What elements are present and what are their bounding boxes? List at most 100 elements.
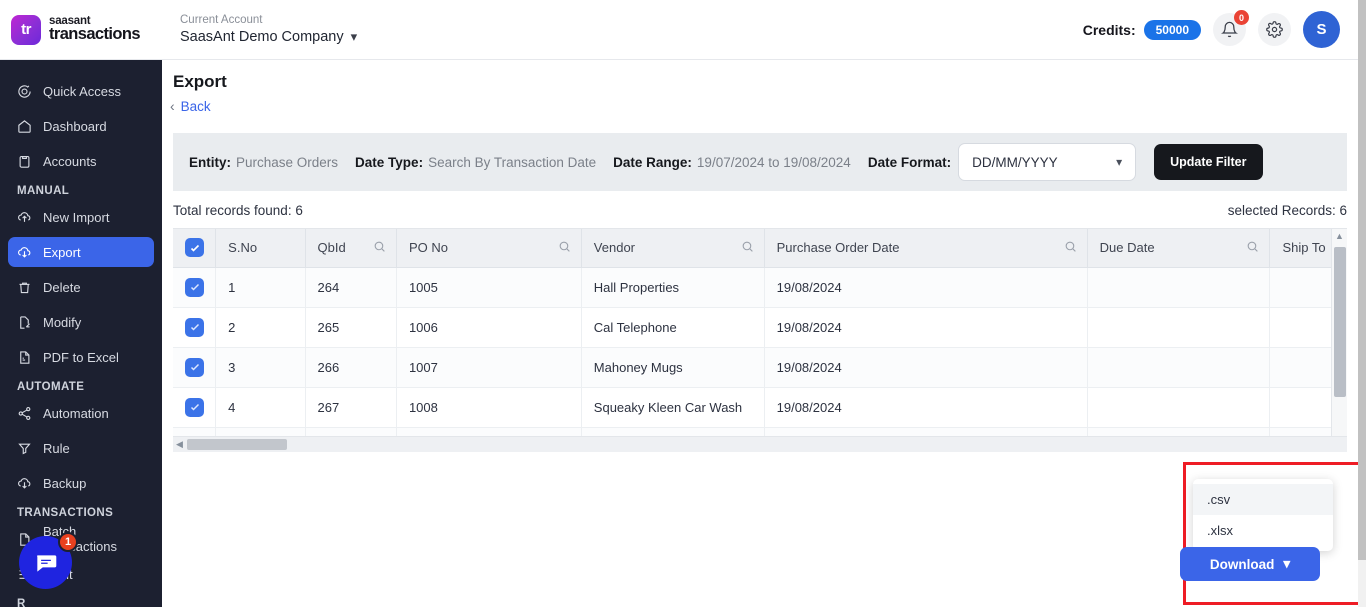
- sidebar-item-rule[interactable]: Rule: [8, 433, 154, 463]
- download-option-csv[interactable]: .csv: [1193, 484, 1333, 515]
- sidebar-item-dashboard[interactable]: Dashboard: [8, 111, 154, 141]
- back-navigation[interactable]: ‹ Back: [162, 92, 1358, 114]
- gear-icon: [1266, 21, 1283, 38]
- sidebar-item-modify[interactable]: Modify: [8, 307, 154, 337]
- select-all-checkbox[interactable]: [185, 238, 204, 258]
- notifications-button[interactable]: 0: [1213, 10, 1249, 46]
- chat-support-button[interactable]: 1: [19, 532, 78, 589]
- column-label: Ship To: [1282, 240, 1326, 256]
- download-format-menu[interactable]: .csv .xlsx: [1193, 479, 1333, 551]
- sidebar-item-export[interactable]: Export: [8, 237, 154, 267]
- trash-icon: [17, 280, 32, 295]
- sidebar-item-label: PDF to Excel: [43, 349, 119, 365]
- row-checkbox[interactable]: [185, 397, 204, 417]
- row-select-cell[interactable]: [173, 347, 217, 388]
- sidebar-item-label: Delete: [43, 279, 81, 295]
- top-header-bar: tr saasant transactions Current Account …: [0, 0, 1358, 60]
- current-account-switcher[interactable]: Current Account SaasAnt Demo Company ▾: [180, 13, 357, 46]
- bell-icon: [1221, 21, 1238, 38]
- download-cloud-icon: [17, 245, 32, 260]
- horizontal-scroll-thumb[interactable]: [187, 439, 287, 450]
- search-icon[interactable]: [1064, 240, 1077, 256]
- records-table-container: S.No QbId PO No Vendor Purchase Order Da…: [173, 228, 1347, 452]
- sidebar-item-new-import[interactable]: New Import: [8, 202, 154, 232]
- table-row[interactable]: 2 265 1006 Cal Telephone 19/08/2024: [173, 307, 1347, 348]
- sidebar-item-label: Backup: [43, 475, 87, 491]
- table-row[interactable]: 1 264 1005 Hall Properties 19/08/2024: [173, 267, 1347, 308]
- column-header-vendor[interactable]: Vendor: [581, 229, 765, 268]
- record-counts: Total records found: 6 selected Records:…: [162, 191, 1358, 218]
- chevron-down-icon[interactable]: ▾: [351, 29, 358, 45]
- browser-scrollbar[interactable]: [1358, 0, 1366, 607]
- column-header-qbid[interactable]: QbId: [305, 229, 397, 268]
- update-filter-button[interactable]: Update Filter: [1154, 144, 1263, 180]
- table-horizontal-scrollbar[interactable]: ◀ ▶: [173, 436, 1347, 452]
- search-icon[interactable]: [558, 240, 571, 256]
- search-icon[interactable]: [373, 240, 386, 256]
- current-account-name: SaasAnt Demo Company: [180, 28, 344, 45]
- sidebar-item-quick-access[interactable]: Quick Access: [8, 76, 154, 106]
- brand-logo[interactable]: tr saasant transactions: [0, 14, 162, 45]
- row-select-cell[interactable]: [173, 387, 217, 428]
- column-label: Purchase Order Date: [776, 240, 900, 256]
- sidebar-item-pdf-to-excel[interactable]: PDF to Excel: [8, 342, 154, 372]
- chevron-down-icon: ▾: [1116, 155, 1123, 169]
- current-account-label: Current Account: [180, 14, 263, 27]
- column-label: Vendor: [593, 240, 635, 256]
- table-row[interactable]: 3 266 1007 Mahoney Mugs 19/08/2024: [173, 347, 1347, 388]
- sidebar-item-delete[interactable]: Delete: [8, 272, 154, 302]
- settings-button[interactable]: [1258, 13, 1291, 46]
- cell-vendor: Cal Telephone: [581, 307, 765, 348]
- header-actions: Credits: 50000 0 S: [1082, 10, 1358, 48]
- check-icon: [190, 323, 199, 331]
- date-format-select[interactable]: DD/MM/YYYY ▾: [958, 143, 1137, 181]
- sidebar-item-label: Dashboard: [43, 118, 107, 134]
- column-header-purchase-order-date[interactable]: Purchase Order Date: [764, 229, 1088, 268]
- table-row[interactable]: 4 267 1008 Squeaky Kleen Car Wash 19/08/…: [173, 387, 1347, 428]
- select-all-header[interactable]: [173, 229, 217, 268]
- credits-label: Credits:: [1082, 21, 1136, 38]
- sidebar-item-backup[interactable]: Backup: [8, 468, 154, 498]
- user-avatar[interactable]: S: [1303, 11, 1340, 48]
- table-vertical-scrollbar[interactable]: ▲ ▼: [1331, 229, 1347, 452]
- row-checkbox[interactable]: [185, 277, 204, 297]
- search-icon[interactable]: [1246, 240, 1259, 256]
- column-header-sno[interactable]: S.No: [215, 229, 306, 268]
- row-select-cell[interactable]: [173, 307, 217, 348]
- cell-po-no: 1008: [396, 387, 582, 428]
- cell-vendor: Mahoney Mugs: [581, 347, 765, 388]
- scroll-left-arrow-icon[interactable]: ◀: [173, 439, 186, 450]
- download-button[interactable]: Download ▾: [1180, 547, 1320, 581]
- column-label: PO No: [408, 240, 448, 256]
- scroll-up-arrow-icon[interactable]: ▲: [1332, 229, 1347, 243]
- sidebar-section-transactions: TRANSACTIONS: [17, 507, 114, 519]
- row-checkbox[interactable]: [185, 357, 204, 377]
- cell-sno: 3: [215, 347, 306, 388]
- app-root: tr saasant transactions Current Account …: [0, 0, 1366, 607]
- entity-value: Purchase Orders: [236, 154, 339, 170]
- home-icon: [17, 119, 32, 134]
- browser-scroll-thumb[interactable]: [1358, 0, 1366, 560]
- chevron-left-icon: ‹: [170, 98, 175, 114]
- vertical-scroll-thumb[interactable]: [1334, 247, 1346, 397]
- sidebar-item-automation[interactable]: Automation: [8, 398, 154, 428]
- row-checkbox[interactable]: [185, 317, 204, 337]
- column-header-po-no[interactable]: PO No: [396, 229, 582, 268]
- sidebar-item-label: Accounts: [43, 153, 97, 169]
- cell-qbid: 265: [305, 307, 397, 348]
- download-option-xlsx[interactable]: .xlsx: [1193, 515, 1333, 546]
- cell-due-date: [1087, 307, 1271, 348]
- row-select-cell[interactable]: [173, 267, 217, 308]
- cell-due-date: [1087, 267, 1271, 308]
- search-icon[interactable]: [741, 240, 754, 256]
- records-table: S.No QbId PO No Vendor Purchase Order Da…: [173, 229, 1347, 452]
- sidebar-item-accounts[interactable]: Accounts: [8, 146, 154, 176]
- cell-sno: 2: [215, 307, 306, 348]
- date-format-selected-value: DD/MM/YYYY: [972, 154, 1058, 170]
- sidebar-item-label: New Import: [43, 209, 110, 225]
- back-link-label[interactable]: Back: [181, 99, 211, 114]
- column-header-due-date[interactable]: Due Date: [1087, 229, 1271, 268]
- cell-vendor: Hall Properties: [581, 267, 765, 308]
- column-label: Due Date: [1099, 240, 1155, 256]
- funnel-icon: [17, 441, 32, 456]
